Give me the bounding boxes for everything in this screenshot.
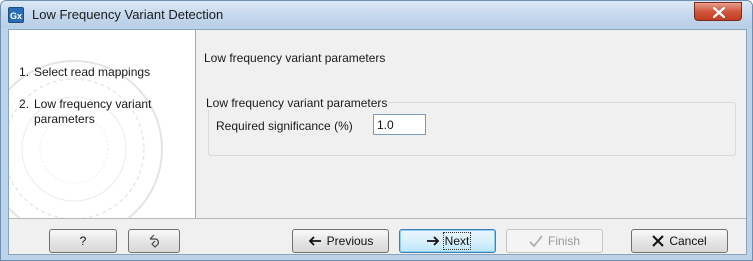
arrow-left-icon — [308, 236, 321, 246]
group-title: Low frequency variant parameters — [205, 96, 389, 110]
cancel-x-icon — [652, 235, 665, 247]
undo-icon — [149, 234, 159, 248]
window-title: Low Frequency Variant Detection — [32, 7, 224, 22]
next-button[interactable]: Next — [399, 229, 496, 253]
step-number: 1. — [19, 65, 30, 79]
dialog-window: Gx Low Frequency Variant Detection 1. Se… — [0, 0, 753, 261]
close-icon — [713, 7, 725, 18]
step-label: Low frequency variant parameters — [34, 97, 152, 126]
cancel-label: Cancel — [669, 234, 707, 248]
step-number: 2. — [19, 97, 30, 111]
close-button[interactable] — [694, 2, 742, 21]
reset-button[interactable] — [128, 229, 180, 253]
arrow-right-icon — [426, 236, 439, 246]
finish-button[interactable]: Finish — [506, 229, 603, 253]
footer-divider — [9, 218, 746, 219]
help-button[interactable]: ? — [49, 229, 117, 253]
checkmark-icon — [529, 235, 543, 247]
app-icon: Gx — [8, 7, 24, 23]
steps-panel: 1. Select read mappings 2. Low frequency… — [9, 30, 196, 218]
previous-button[interactable]: Previous — [292, 229, 389, 253]
step-label: Select read mappings — [34, 65, 151, 79]
title-bar[interactable]: Gx Low Frequency Variant Detection — [1, 1, 752, 28]
significance-input[interactable] — [373, 114, 426, 135]
finish-label: Finish — [547, 234, 580, 248]
next-label: Next — [442, 232, 472, 250]
previous-label: Previous — [326, 234, 374, 248]
dialog-body: 1. Select read mappings 2. Low frequency… — [8, 29, 747, 255]
significance-label: Required significance (%) — [216, 119, 353, 133]
help-label: ? — [79, 234, 87, 248]
parameters-panel: Low frequency variant parameters Low fre… — [196, 30, 746, 218]
panel-heading: Low frequency variant parameters — [204, 51, 386, 65]
cancel-button[interactable]: Cancel — [631, 229, 728, 253]
